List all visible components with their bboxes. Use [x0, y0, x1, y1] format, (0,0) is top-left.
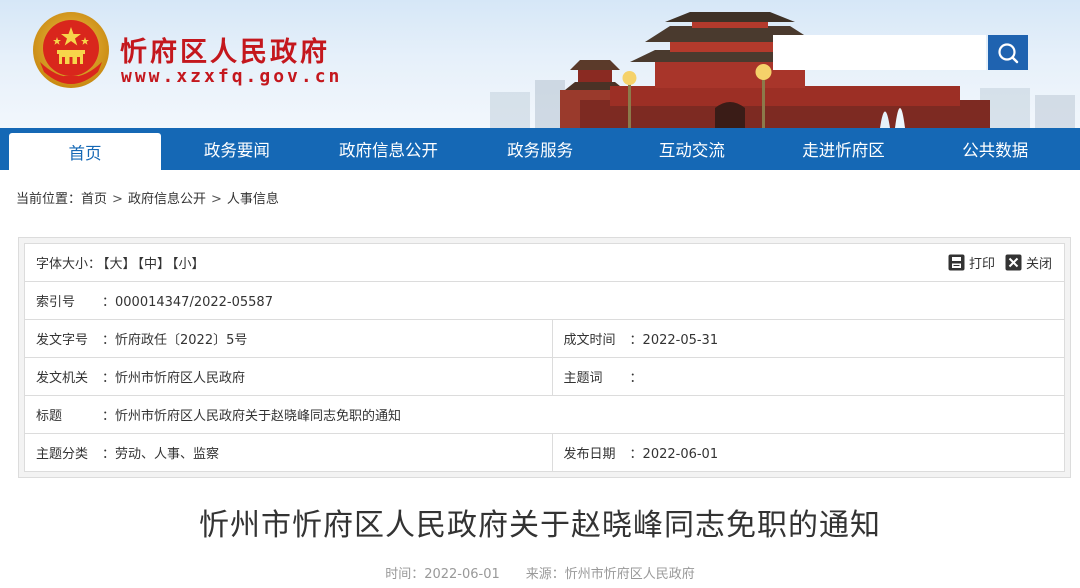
printer-icon: [948, 254, 965, 271]
colon: ：: [102, 447, 116, 462]
created-value: 2022-05-31: [642, 333, 719, 348]
index-value: 000014347/2022-05587: [115, 295, 273, 310]
issuer-label: 发文机关: [36, 371, 89, 386]
print-button[interactable]: 打印: [948, 253, 995, 272]
category-label: 主题分类: [36, 447, 89, 462]
close-icon: [1005, 254, 1022, 271]
document-info-table: 字体大小： 【大】 【中】 【小】 打印 关闭 索引号 ：000014347/2…: [24, 243, 1066, 472]
main-nav: 首页 政务要闻 政府信息公开 政务服务 互动交流 走进忻府区 公共数据: [0, 128, 1080, 170]
doc-no-row: 发文字号 ：忻府政任〔2022〕5号 成文时间 ：2022-05-31: [24, 319, 1066, 358]
font-size-medium-link[interactable]: 【中】: [138, 257, 171, 272]
title-row: 标题 ：忻州市忻府区人民政府关于赵晓峰同志免职的通知: [24, 395, 1065, 434]
article-meta: 时间：2022-06-01 来源：忻州市忻府区人民政府: [0, 563, 1080, 582]
city-gate-scenery: [490, 12, 1075, 128]
nav-item-info-disclosure[interactable]: 政府信息公开: [313, 128, 465, 170]
font-size-label: 字体大小：: [36, 257, 102, 272]
breadcrumb-separator: >: [112, 192, 123, 207]
article-title: 忻州市忻府区人民政府关于赵晓峰同志免职的通知: [199, 508, 881, 543]
publish-label: 发布日期: [563, 447, 616, 462]
nav-item-gov-services[interactable]: 政务服务: [464, 128, 616, 170]
time-label: 时间：: [385, 567, 425, 582]
issuer-value: 忻州市忻府区人民政府: [115, 371, 246, 386]
topic-word-label: 主题词: [563, 371, 603, 386]
breadcrumb-separator: >: [210, 192, 222, 207]
colon: ：: [102, 295, 116, 310]
search-icon: [998, 42, 1019, 63]
doc-no-value: 忻府政任〔2022〕5号: [115, 333, 248, 348]
doc-no-label: 发文字号: [36, 333, 89, 348]
breadcrumb-home[interactable]: 首页: [81, 192, 107, 207]
category-value: 劳动、人事、监察: [115, 447, 220, 462]
created-label: 成文时间: [563, 333, 616, 348]
colon: ：: [629, 371, 643, 386]
font-size-large-link[interactable]: 【大】: [103, 257, 136, 272]
index-row: 索引号 ：000014347/2022-05587: [24, 281, 1065, 320]
nav-item-interaction[interactable]: 互动交流: [616, 128, 768, 170]
issuer-row: 发文机关 ：忻州市忻府区人民政府 主题词：: [24, 357, 1066, 396]
page-tools: 打印 关闭: [948, 253, 1052, 272]
colon: ：: [629, 447, 643, 462]
colon: ：: [102, 409, 116, 424]
document-info-panel: 字体大小： 【大】 【中】 【小】 打印 关闭 索引号 ：000014347/2…: [18, 237, 1071, 478]
close-button[interactable]: 关闭: [1005, 253, 1052, 272]
nav-item-news[interactable]: 政务要闻: [161, 128, 313, 170]
font-size-small-link[interactable]: 【小】: [172, 257, 205, 272]
time-value: 2022-06-01: [424, 567, 500, 582]
category-row: 主题分类 ：劳动、人事、监察 发布日期 ：2022-06-01: [24, 433, 1066, 472]
title-label: 标题: [36, 409, 63, 424]
colon: ：: [629, 333, 643, 348]
nav-item-public-data[interactable]: 公共数据: [919, 128, 1071, 170]
nav-item-about-district[interactable]: 走进忻府区: [768, 128, 920, 170]
breadcrumb-info-disclosure[interactable]: 政府信息公开: [128, 192, 206, 207]
breadcrumb-prefix: 当前位置：: [16, 192, 82, 207]
close-label: 关闭: [1025, 257, 1052, 272]
font-size-controls: 字体大小： 【大】 【中】 【小】: [36, 257, 205, 272]
source-value: 忻州市忻府区人民政府: [564, 567, 695, 582]
colon: ：: [102, 371, 116, 386]
toolbar-row: 字体大小： 【大】 【中】 【小】 打印 关闭: [24, 243, 1065, 282]
index-label: 索引号: [36, 295, 76, 310]
source-label: 来源：: [525, 567, 565, 582]
breadcrumb: 当前位置：首页 > 政府信息公开 > 人事信息: [16, 188, 279, 207]
nav-item-home[interactable]: 首页: [9, 133, 161, 170]
site-title: 忻府区人民政府: [120, 37, 330, 68]
title-value: 忻州市忻府区人民政府关于赵晓峰同志免职的通知: [115, 409, 402, 424]
breadcrumb-personnel-info[interactable]: 人事信息: [227, 192, 279, 207]
site-header: 忻府区人民政府 www.xzxfq.gov.cn: [0, 0, 1080, 128]
search-button[interactable]: [988, 35, 1028, 70]
site-url: www.xzxfq.gov.cn: [121, 66, 343, 87]
search-input[interactable]: [773, 35, 986, 70]
colon: ：: [102, 333, 116, 348]
publish-value: 2022-06-01: [642, 447, 719, 462]
print-label: 打印: [968, 257, 995, 272]
national-emblem-logo: [33, 12, 109, 88]
